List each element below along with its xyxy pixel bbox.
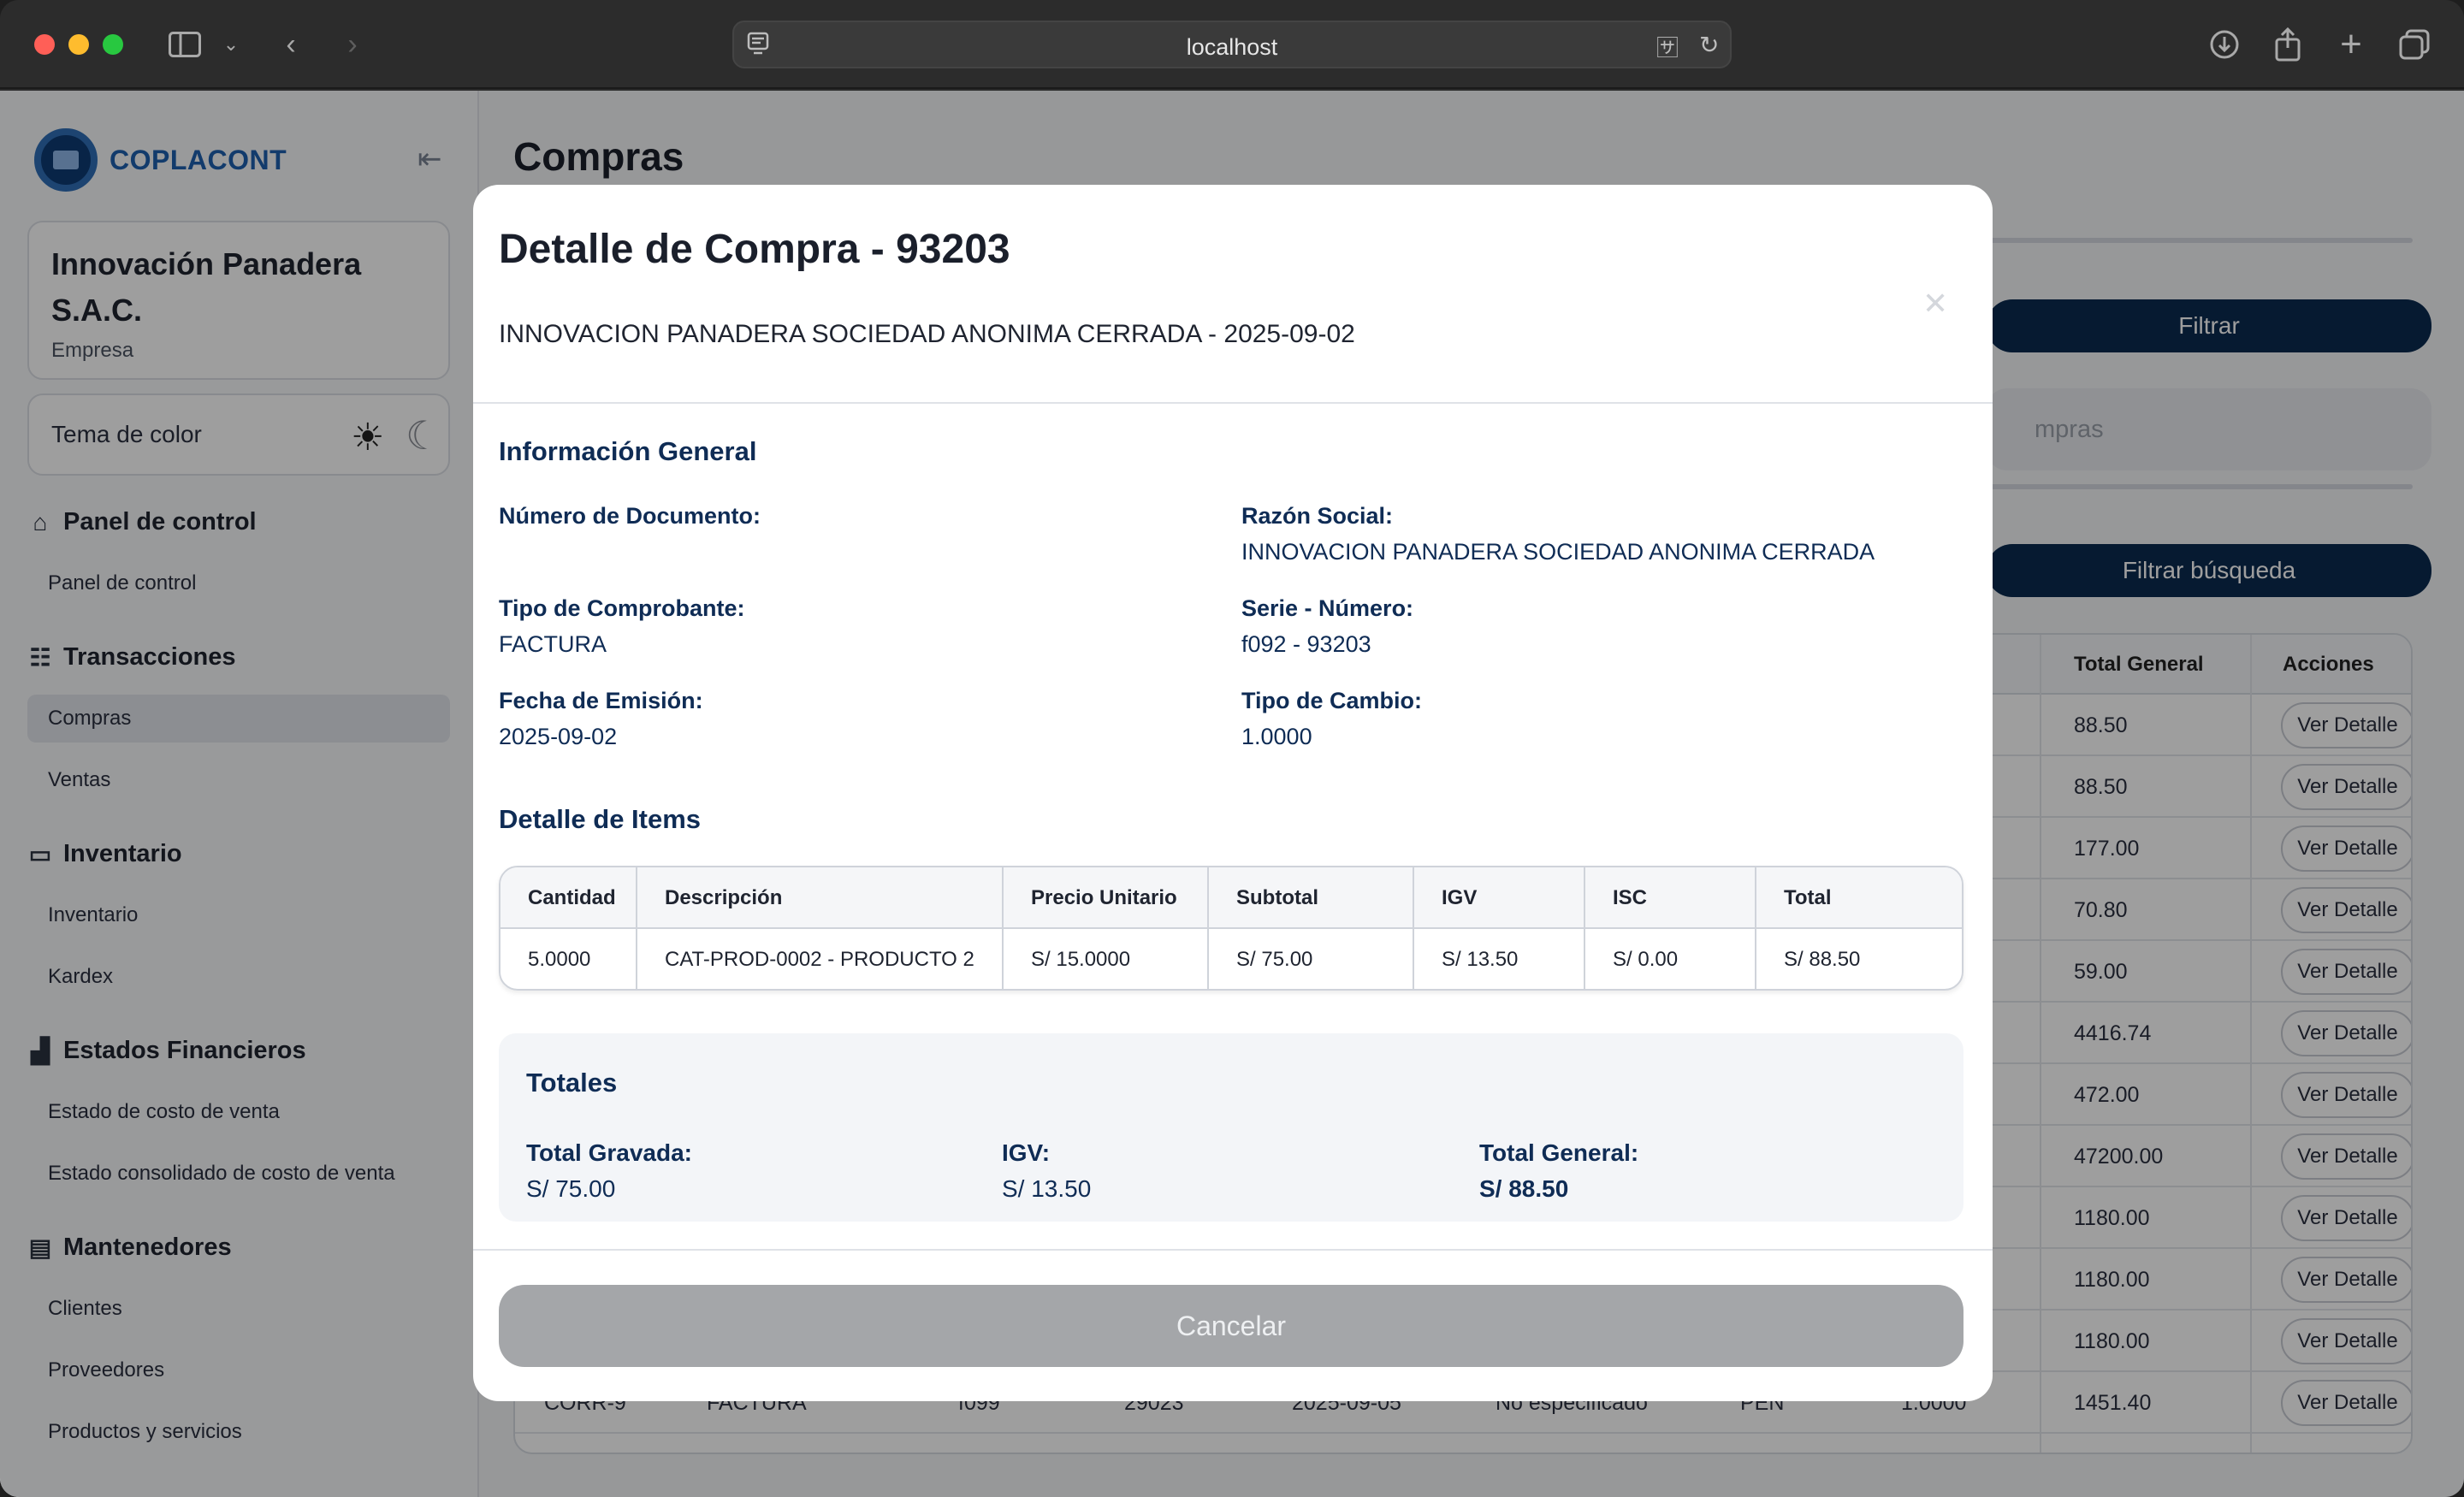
browser-toolbar: ⌄ ‹ › localhost 🈂 ↻ + xyxy=(0,0,2464,89)
modal-title: Detalle de Compra - 93203 xyxy=(499,227,1010,272)
cell-total: S/ 88.50 xyxy=(1784,948,1861,971)
cell-isc: S/ 0.00 xyxy=(1613,948,1679,971)
serie-numero-label: Serie - Número: xyxy=(1241,595,1414,621)
purchase-detail-modal: Detalle de Compra - 93203 INNOVACION PAN… xyxy=(473,185,1993,1401)
numero-documento-label: Número de Documento: xyxy=(499,503,761,529)
translate-icon[interactable]: 🈂 xyxy=(1656,31,1679,62)
modal-subtitle: INNOVACION PANADERA SOCIEDAD ANONIMA CER… xyxy=(499,320,1355,348)
forward-icon[interactable]: › xyxy=(335,26,370,63)
total-gravada-label: Total Gravada: xyxy=(526,1139,692,1166)
items-table-header: Cantidad Descripción Precio Unitario Sub… xyxy=(500,867,1962,929)
back-icon[interactable]: ‹ xyxy=(274,26,308,63)
cell-cantidad: 5.0000 xyxy=(528,948,591,971)
chevron-down-icon[interactable]: ⌄ xyxy=(221,26,241,63)
fecha-emision-label: Fecha de Emisión: xyxy=(499,688,703,713)
reload-icon[interactable]: ↻ xyxy=(1699,31,1719,59)
header-isc: ISC xyxy=(1613,886,1648,909)
minimize-window-button[interactable] xyxy=(68,34,89,55)
header-total: Total xyxy=(1784,886,1832,909)
section-detalle-items: Detalle de Items xyxy=(499,804,702,834)
serie-numero-value: f092 - 93203 xyxy=(1241,631,1371,657)
table-row: 5.0000 CAT-PROD-0002 - PRODUCTO 2 S/ 15.… xyxy=(500,929,1962,989)
total-gravada-value: S/ 75.00 xyxy=(526,1175,616,1202)
tipo-comprobante-label: Tipo de Comprobante: xyxy=(499,595,745,621)
total-general-label: Total General: xyxy=(1479,1139,1639,1166)
razon-social-value: INNOVACION PANADERA SOCIEDAD ANONIMA CER… xyxy=(1241,539,1875,565)
zoom-window-button[interactable] xyxy=(103,34,123,55)
close-icon[interactable]: ✕ xyxy=(1922,286,1948,322)
fecha-emision-value: 2025-09-02 xyxy=(499,724,618,749)
close-window-button[interactable] xyxy=(34,34,55,55)
downloads-icon[interactable] xyxy=(2206,26,2243,63)
igv-label: IGV: xyxy=(1002,1139,1051,1166)
new-tab-icon[interactable]: + xyxy=(2332,23,2370,65)
tipo-comprobante-value: FACTURA xyxy=(499,631,607,657)
share-icon[interactable] xyxy=(2269,26,2307,63)
cell-subtotal: S/ 75.00 xyxy=(1236,948,1313,971)
igv-value: S/ 13.50 xyxy=(1002,1175,1092,1202)
total-general-value: S/ 88.50 xyxy=(1479,1175,1569,1202)
razon-social-label: Razón Social: xyxy=(1241,503,1394,529)
header-cantidad: Cantidad xyxy=(528,886,616,909)
totals-box: Totales Total Gravada: S/ 75.00 IGV: S/ … xyxy=(499,1033,1964,1222)
header-descripcion: Descripción xyxy=(665,886,783,909)
cell-precio-unitario: S/ 15.0000 xyxy=(1031,948,1131,971)
cell-igv: S/ 13.50 xyxy=(1442,948,1519,971)
cell-descripcion: CAT-PROD-0002 - PRODUCTO 2 xyxy=(665,948,974,971)
tipo-cambio-label: Tipo de Cambio: xyxy=(1241,688,1423,713)
divider xyxy=(473,402,1993,404)
tab-overview-icon[interactable] xyxy=(2396,26,2433,63)
cancel-button[interactable]: Cancelar xyxy=(499,1285,1964,1367)
items-table: Cantidad Descripción Precio Unitario Sub… xyxy=(499,866,1964,991)
address-bar[interactable]: localhost 🈂 ↻ xyxy=(732,21,1732,68)
header-precio-unitario: Precio Unitario xyxy=(1031,886,1177,909)
header-subtotal: Subtotal xyxy=(1236,886,1318,909)
browser-window: ⌄ ‹ › localhost 🈂 ↻ + COPLACONT ⇤ Innova… xyxy=(0,0,2464,1497)
sidebar-toggle-icon[interactable] xyxy=(166,26,204,63)
tipo-cambio-value: 1.0000 xyxy=(1241,724,1312,749)
totals-title: Totales xyxy=(526,1068,618,1098)
header-igv: IGV xyxy=(1442,886,1478,909)
url-text: localhost xyxy=(1186,34,1278,60)
divider xyxy=(473,1249,1993,1251)
section-informacion-general: Información General xyxy=(499,436,757,466)
